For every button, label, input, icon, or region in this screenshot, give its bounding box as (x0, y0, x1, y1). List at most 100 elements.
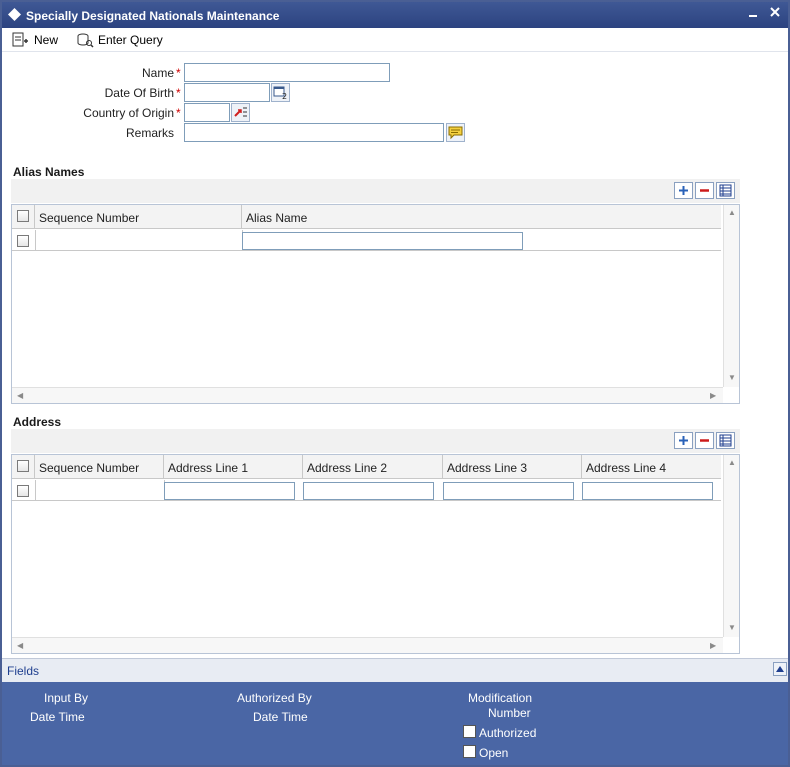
address-grid-toolbar (11, 429, 740, 453)
alias-delete-row-button[interactable] (695, 182, 714, 199)
address-line4-input[interactable] (582, 482, 713, 500)
scroll-left-arrow-icon[interactable]: ◀ (17, 391, 23, 400)
fields-link[interactable]: Fields (7, 664, 39, 678)
address-select-all-cell (12, 455, 35, 478)
column-divider (35, 230, 36, 251)
address-grid: Sequence Number Address Line 1 Address L… (11, 454, 740, 654)
authorized-by-label: Authorized By (237, 691, 312, 705)
address-col-line3: Address Line 3 (443, 455, 582, 478)
alias-vertical-scrollbar[interactable]: ▲ ▼ (723, 205, 739, 387)
window: Specially Designated Nationals Maintenan… (0, 0, 790, 767)
address-single-view-button[interactable] (716, 432, 735, 449)
delete-row-icon (700, 189, 709, 192)
scroll-down-arrow-icon[interactable]: ▼ (728, 623, 736, 632)
country-required-mark: * (176, 106, 181, 120)
remarks-input[interactable] (184, 123, 444, 142)
svg-text:2: 2 (282, 92, 287, 101)
minimize-icon[interactable] (746, 6, 760, 20)
modification-label: Modification (468, 691, 533, 705)
alias-row-checkbox[interactable] (17, 235, 29, 247)
name-label: Name (62, 66, 174, 80)
dob-label: Date Of Birth (62, 86, 174, 100)
enter-query-button[interactable]: Enter Query (76, 31, 163, 49)
authorized-checkbox[interactable] (463, 725, 476, 738)
alias-add-row-button[interactable] (674, 182, 693, 199)
add-row-icon (679, 186, 688, 195)
delete-row-icon (700, 439, 709, 442)
address-line1-input[interactable] (164, 482, 295, 500)
fields-bar: Fields (2, 658, 788, 682)
address-row-checkbox[interactable] (17, 485, 29, 497)
table-row (12, 480, 721, 501)
name-input[interactable] (184, 63, 390, 82)
close-icon[interactable] (768, 5, 782, 19)
lov-icon (234, 107, 247, 117)
add-row-icon (679, 436, 688, 445)
alias-col-sequence-number: Sequence Number (35, 205, 242, 228)
country-lov-button[interactable] (231, 103, 250, 122)
open-checkbox[interactable] (463, 745, 476, 758)
alias-col-alias-name: Alias Name (246, 211, 308, 225)
alias-grid: Sequence Number Alias Name ▲ ▼ ◀ ▶ (11, 204, 740, 404)
collapse-button[interactable] (773, 662, 787, 676)
single-view-icon (719, 434, 732, 447)
number-label: Number (488, 706, 531, 720)
scroll-down-arrow-icon[interactable]: ▼ (728, 373, 736, 382)
alias-single-view-button[interactable] (716, 182, 735, 199)
remarks-label-text: Remarks (125, 126, 174, 140)
window-title: Specially Designated Nationals Maintenan… (26, 9, 280, 23)
address-grid-header: Sequence Number Address Line 1 Address L… (12, 455, 721, 479)
alias-select-all-cell (12, 205, 35, 228)
scroll-right-arrow-icon[interactable]: ▶ (710, 391, 716, 400)
remarks-icon (448, 126, 463, 140)
address-col-line2: Address Line 2 (303, 455, 443, 478)
table-row (12, 230, 721, 251)
input-by-label: Input By (44, 691, 89, 705)
address-col-line1: Address Line 1 (164, 455, 303, 478)
country-label-text: Country of Origin (83, 106, 174, 120)
address-line3-input[interactable] (443, 482, 574, 500)
open-label: Open (479, 746, 509, 760)
enter-query-icon (77, 33, 94, 48)
enter-query-label: Enter Query (98, 33, 163, 47)
column-divider (35, 480, 36, 501)
country-input[interactable] (184, 103, 230, 122)
address-add-row-button[interactable] (674, 432, 693, 449)
new-icon (12, 32, 28, 47)
scroll-left-arrow-icon[interactable]: ◀ (17, 641, 23, 650)
scroll-up-arrow-icon[interactable]: ▲ (728, 208, 736, 217)
address-delete-row-button[interactable] (695, 432, 714, 449)
collapse-up-icon (776, 666, 784, 672)
toolbar: New Enter Query (2, 28, 788, 52)
remarks-button[interactable] (446, 123, 465, 142)
country-label: Country of Origin (42, 106, 174, 120)
address-line2-input[interactable] (303, 482, 434, 500)
alias-horizontal-scrollbar[interactable]: ◀ ▶ (12, 387, 723, 403)
alias-name-input[interactable] (242, 232, 523, 250)
address-col-line4: Address Line 4 (586, 461, 667, 475)
scroll-right-arrow-icon[interactable]: ▶ (710, 641, 716, 650)
calendar-icon: 2 (273, 86, 287, 101)
calendar-button[interactable]: 2 (271, 83, 290, 102)
alias-grid-header: Sequence Number Alias Name (12, 205, 721, 229)
remarks-label: Remarks (62, 126, 174, 140)
date-time-label-1: Date Time (30, 710, 85, 724)
dob-input[interactable] (184, 83, 270, 102)
new-label: New (34, 33, 59, 47)
single-view-icon (719, 184, 732, 197)
audit-footer: Input By Date Time Authorized By Date Ti… (2, 682, 788, 765)
date-time-label-2: Date Time (253, 710, 308, 724)
alias-section-title: Alias Names (13, 165, 85, 179)
dob-label-text: Date Of Birth (104, 86, 174, 100)
window-logo-icon (8, 8, 21, 21)
alias-select-all-checkbox[interactable] (17, 210, 29, 222)
address-horizontal-scrollbar[interactable]: ◀ ▶ (12, 637, 723, 653)
scroll-up-arrow-icon[interactable]: ▲ (728, 458, 736, 467)
address-vertical-scrollbar[interactable]: ▲ ▼ (723, 455, 739, 637)
address-col-sequence-number: Sequence Number (35, 455, 164, 478)
authorized-label: Authorized (479, 726, 537, 740)
name-label-text: Name (141, 66, 174, 80)
alias-grid-toolbar (11, 179, 740, 203)
address-select-all-checkbox[interactable] (17, 460, 29, 472)
new-button[interactable]: New (12, 31, 58, 49)
